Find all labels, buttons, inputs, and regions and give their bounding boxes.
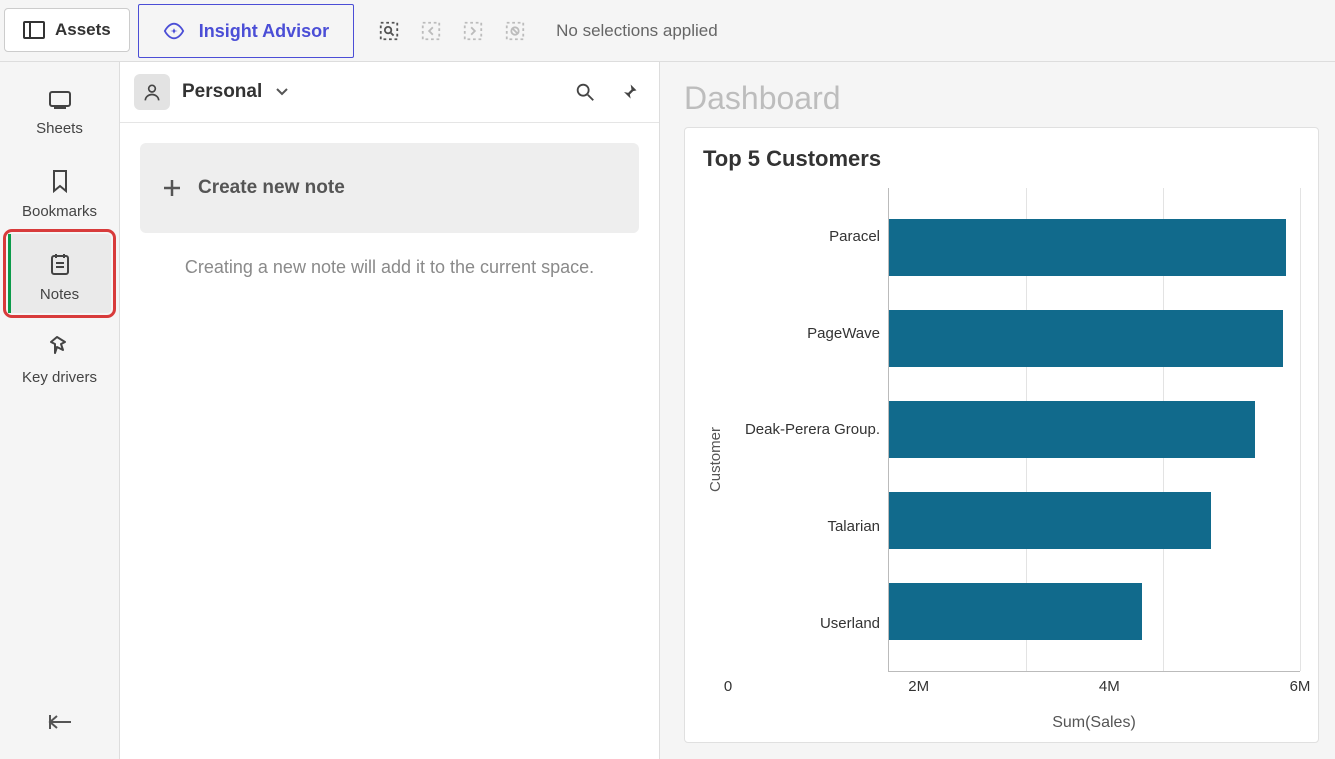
sidebar-item-label: Bookmarks (22, 203, 97, 220)
bar-row (889, 219, 1286, 275)
sidebar-item-bookmarks[interactable]: Bookmarks (8, 151, 111, 230)
notes-panel: Personal Create new note (120, 62, 660, 759)
x-axis-label: Sum(Sales) (728, 712, 1300, 732)
collapse-icon (47, 713, 73, 731)
category-label: Deak-Perera Group. (745, 421, 880, 438)
x-tick-label: 0 (724, 678, 732, 695)
bar-row (889, 310, 1283, 366)
category-label: Paracel (829, 228, 880, 245)
chart-card[interactable]: Top 5 Customers Customer Paracel PageWave… (684, 127, 1319, 743)
assets-button[interactable]: Assets (4, 8, 130, 52)
chart-title: Top 5 Customers (703, 146, 1300, 172)
scope-avatar[interactable] (134, 74, 170, 110)
sidebar-item-notes[interactable]: Notes (8, 234, 111, 313)
x-ticks: 02M4M6M (728, 672, 1300, 712)
sidebar-item-label: Sheets (36, 120, 83, 137)
category-labels: Paracel PageWave Deak-Perera Group. Talaria… (728, 188, 888, 672)
bar[interactable] (889, 401, 1255, 457)
category-label: Userland (820, 615, 880, 632)
search-notes-button[interactable] (569, 76, 601, 108)
bar-row (889, 401, 1255, 457)
person-icon (142, 82, 162, 102)
x-tick-label: 2M (908, 678, 929, 695)
x-tick-label: 4M (1099, 678, 1120, 695)
category-label: PageWave (807, 325, 880, 342)
bar[interactable] (889, 310, 1283, 366)
dashboard-panel: Dashboard Top 5 Customers Customer Parac… (660, 62, 1335, 759)
x-tick-label: 6M (1290, 678, 1311, 695)
scope-dropdown[interactable]: Personal (182, 81, 288, 103)
topbar: Assets Insight Advisor No selections app… (0, 0, 1335, 62)
sidebar-item-sheets[interactable]: Sheets (8, 72, 111, 147)
insight-icon (163, 20, 185, 42)
bar-row (889, 583, 1142, 639)
sidebar-item-key-drivers[interactable]: Key drivers (8, 317, 111, 396)
chevron-down-icon (276, 88, 288, 96)
insight-advisor-button[interactable]: Insight Advisor (138, 4, 354, 58)
no-selections-text: No selections applied (556, 21, 718, 41)
plus-icon (162, 178, 182, 198)
key-drivers-icon (49, 335, 71, 359)
bar[interactable] (889, 219, 1286, 275)
notes-icon (49, 252, 71, 276)
bookmark-icon (50, 169, 70, 193)
step-forward-icon (462, 20, 484, 42)
panel-icon (23, 21, 45, 39)
chart-area: Customer Paracel PageWave Deak-Perera Grou… (703, 188, 1300, 732)
insight-label: Insight Advisor (199, 21, 329, 42)
bar-row (889, 492, 1211, 548)
scope-label: Personal (182, 81, 262, 103)
sidebar: Sheets Bookmarks Notes Key drivers (0, 62, 120, 759)
sheets-icon (48, 90, 72, 110)
assets-label: Assets (55, 20, 111, 40)
category-label: Talarian (827, 518, 880, 535)
y-axis-label: Customer (703, 427, 728, 492)
create-note-button[interactable]: Create new note (140, 143, 639, 233)
clear-selections-icon (504, 20, 526, 42)
dashboard-title: Dashboard (660, 62, 1335, 127)
smart-search-icon[interactable] (378, 20, 400, 42)
notes-panel-header: Personal (120, 62, 659, 123)
sidebar-item-label: Notes (40, 286, 79, 303)
sidebar-item-label: Key drivers (22, 369, 97, 386)
pin-icon (619, 82, 639, 102)
pin-button[interactable] (613, 76, 645, 108)
plot-area (888, 188, 1300, 672)
notes-empty-message: Creating a new note will add it to the c… (120, 247, 659, 288)
collapse-sidebar-button[interactable] (0, 695, 119, 749)
create-note-label: Create new note (198, 177, 345, 199)
search-icon (574, 81, 596, 103)
step-back-icon (420, 20, 442, 42)
bar[interactable] (889, 492, 1211, 548)
selection-tools: No selections applied (378, 0, 718, 61)
bar[interactable] (889, 583, 1142, 639)
